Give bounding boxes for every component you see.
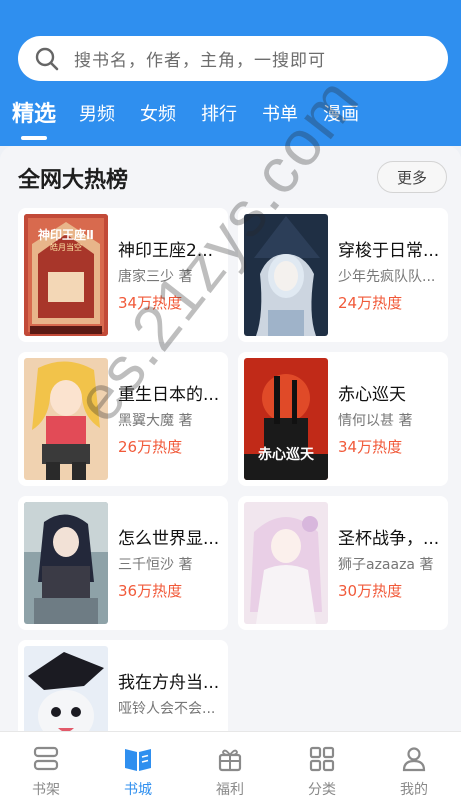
book-cover [244, 502, 328, 624]
book-cover [24, 502, 108, 624]
book-title: 重生日本的... [118, 385, 220, 405]
book-card[interactable]: 赤心巡天 赤心巡天 情何以甚 著 34万热度 [238, 352, 448, 486]
gift-icon [218, 749, 242, 772]
book-cover: 赤心巡天 [244, 358, 328, 480]
nav-profile[interactable]: 我的 [368, 732, 460, 800]
book-card[interactable]: 神印王座Ⅱ 皓月当空 神印王座2... 唐家三少 著 34万热度 [18, 208, 228, 342]
search-bar[interactable]: 搜书名，作者，主角，一搜即可 [18, 36, 448, 81]
nav-bookstore[interactable]: 书城 [92, 732, 184, 800]
nav-label: 我的 [400, 782, 428, 798]
search-placeholder: 搜书名，作者，主角，一搜即可 [74, 51, 326, 71]
tab-male[interactable]: 男频 [79, 100, 115, 126]
book-author: 三千恒沙 著 [118, 557, 193, 573]
book-author: 哑铃人会不会... [118, 701, 216, 717]
nav-label: 福利 [216, 782, 244, 798]
book-heat: 36万热度 [118, 582, 183, 600]
tab-featured[interactable]: 精选 [12, 96, 56, 128]
nav-bookshelf[interactable]: 书架 [0, 732, 92, 800]
book-heat: 34万热度 [338, 438, 403, 456]
book-cover [24, 646, 108, 731]
book-title: 穿梭于日常... [338, 241, 440, 261]
book-heat: 26万热度 [118, 438, 183, 456]
more-button[interactable]: 更多 [377, 161, 447, 193]
book-card[interactable]: 我在方舟当... 哑铃人会不会... [18, 640, 228, 731]
cover-title: 赤心巡天 [258, 447, 314, 463]
book-author: 少年先疯队队... [338, 269, 436, 285]
book-cover [24, 358, 108, 480]
book-card[interactable]: 穿梭于日常... 少年先疯队队... 24万热度 [238, 208, 448, 342]
nav-label: 分类 [308, 782, 336, 798]
book-heat: 30万热度 [338, 582, 403, 600]
tab-comics[interactable]: 漫画 [323, 100, 359, 126]
book-author: 唐家三少 著 [118, 269, 193, 285]
book-author: 黑翼大魔 著 [118, 413, 193, 429]
book-title: 赤心巡天 [338, 385, 406, 405]
bookshelf-icon [33, 746, 59, 771]
book-author: 狮子azaaza 著 [338, 557, 434, 573]
nav-label: 书城 [124, 782, 152, 798]
book-card[interactable]: 圣杯战争，... 狮子azaaza 著 30万热度 [238, 496, 448, 630]
tab-booklist[interactable]: 书单 [262, 100, 298, 126]
book-cover [244, 214, 328, 336]
book-card[interactable]: 怎么世界显... 三千恒沙 著 36万热度 [18, 496, 228, 630]
section-title: 全网大热榜 [18, 168, 129, 193]
nav-category[interactable]: 分类 [276, 732, 368, 800]
category-grid-icon [309, 746, 335, 772]
active-tab-indicator [21, 136, 47, 140]
book-title: 我在方舟当... [118, 673, 220, 693]
nav-welfare[interactable]: 福利 [184, 732, 276, 800]
book-title: 怎么世界显... [118, 529, 220, 549]
hot-list-section: 全网大热榜 更多 神印王座Ⅱ 皓月当空 神印王座2... 唐家三少 著 34万热… [0, 146, 461, 731]
tab-female[interactable]: 女频 [140, 100, 176, 126]
bottom-navigation: 书架 书城 福利 分类 我的 [0, 731, 461, 800]
cover-title: 神印王座Ⅱ [38, 228, 94, 242]
book-title: 圣杯战争，... [338, 529, 440, 549]
search-icon [35, 47, 59, 70]
book-card[interactable]: 重生日本的... 黑翼大魔 著 26万热度 [18, 352, 228, 486]
tab-ranking[interactable]: 排行 [201, 100, 237, 126]
category-tabs: 精选 男频 女频 排行 书单 漫画 [0, 96, 461, 146]
bookstore-icon [125, 749, 151, 771]
book-author: 情何以甚 著 [338, 413, 413, 429]
content-panel: 全网大热榜 更多 神印王座Ⅱ 皓月当空 神印王座2... 唐家三少 著 34万热… [0, 146, 461, 731]
book-cover: 神印王座Ⅱ 皓月当空 [24, 214, 108, 336]
cover-subtitle: 皓月当空 [50, 243, 82, 252]
header-bar: 搜书名，作者，主角，一搜即可 精选 男频 女频 排行 书单 漫画 [0, 0, 461, 146]
book-heat: 34万热度 [118, 294, 183, 312]
book-title: 神印王座2... [118, 241, 214, 261]
profile-icon [402, 747, 426, 772]
book-heat: 24万热度 [338, 294, 403, 312]
nav-label: 书架 [32, 782, 60, 798]
